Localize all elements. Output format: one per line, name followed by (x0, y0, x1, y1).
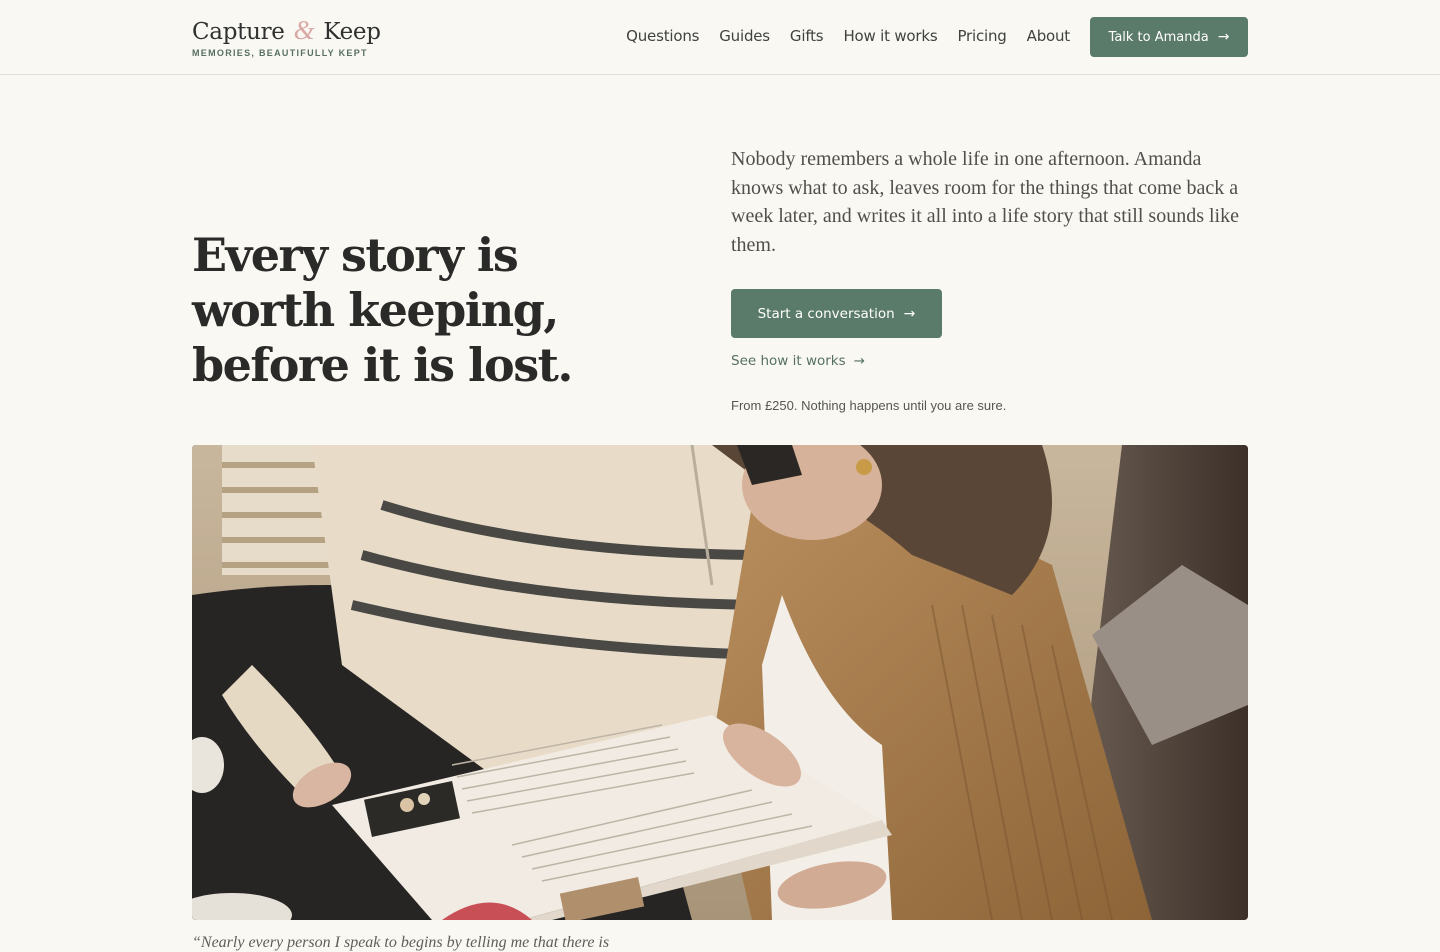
arrow-right-icon: → (903, 305, 916, 322)
site-header: Capture & Keep MEMORIES, BEAUTIFULLY KEP… (0, 0, 1440, 75)
talk-to-amanda-button[interactable]: Talk to Amanda → (1090, 17, 1248, 57)
logo-word-keep: Keep (323, 19, 381, 45)
nav-link-about[interactable]: About (1027, 27, 1071, 45)
hero-title: Every story is worth keeping, before it … (192, 228, 573, 392)
see-how-it-works-link[interactable]: See how it works → (731, 353, 865, 369)
hero-photo (192, 445, 1248, 920)
nav-link-guides[interactable]: Guides (719, 27, 770, 45)
talk-to-amanda-label: Talk to Amanda (1108, 29, 1209, 45)
hero-photo-illustration (192, 445, 1248, 920)
logo-ampersand: & (293, 15, 315, 45)
hero-description: Nobody remembers a whole life in one aft… (731, 148, 1239, 256)
start-conversation-button[interactable]: Start a conversation → (731, 289, 942, 338)
price-note: From £250. Nothing happens until you are… (731, 398, 1007, 413)
nav-link-questions[interactable]: Questions (626, 27, 699, 45)
see-how-it-works-label: See how it works (731, 353, 846, 369)
arrow-right-icon: → (1217, 29, 1230, 45)
logo-word-capture: Capture (192, 19, 285, 45)
start-conversation-label: Start a conversation (757, 305, 895, 322)
nav-link-pricing[interactable]: Pricing (957, 27, 1006, 45)
nav-link-gifts[interactable]: Gifts (790, 27, 824, 45)
logo[interactable]: Capture & Keep MEMORIES, BEAUTIFULLY KEP… (192, 15, 381, 58)
arrow-right-icon: → (853, 353, 865, 369)
main-nav: Questions Guides Gifts How it works Pric… (626, 27, 1070, 45)
logo-tagline: MEMORIES, BEAUTIFULLY KEPT (192, 48, 368, 58)
testimonial-quote: “Nearly every person I speak to begins b… (192, 934, 610, 951)
logo-wordmark: Capture & Keep (192, 15, 381, 47)
nav-link-how-it-works[interactable]: How it works (843, 27, 937, 45)
